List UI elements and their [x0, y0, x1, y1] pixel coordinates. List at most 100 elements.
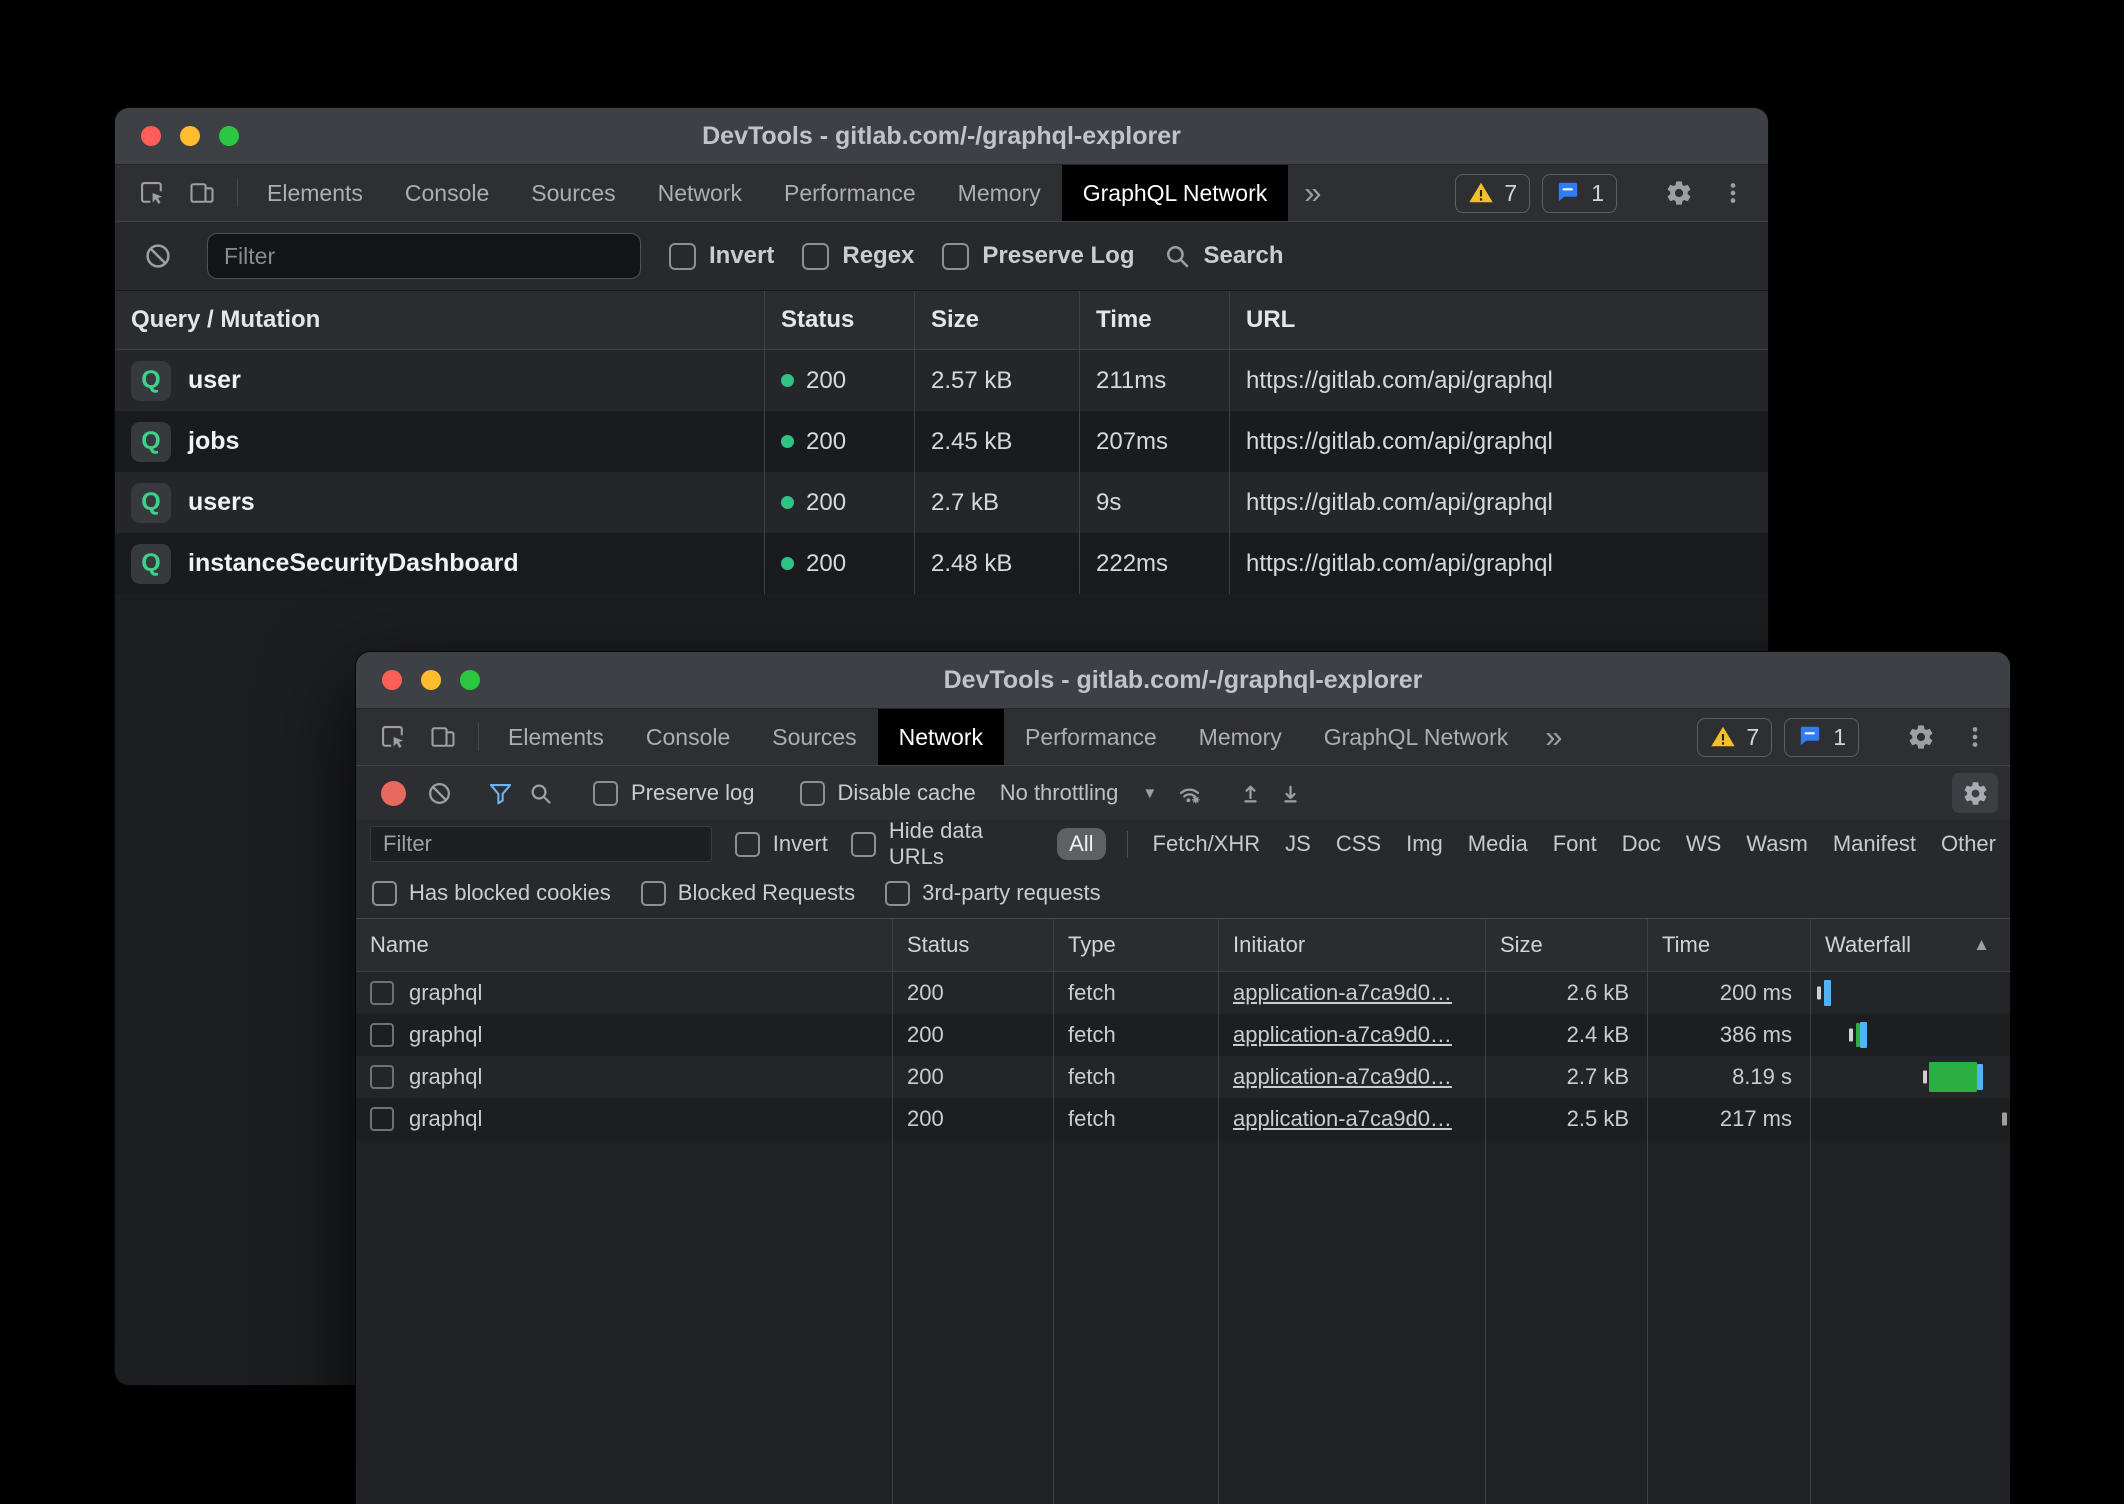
throttling-select[interactable]: No throttling ▼ [1000, 780, 1157, 806]
blocked-requests-checkbox[interactable]: Blocked Requests [641, 880, 855, 906]
request-row-graphql-1[interactable]: graphql200fetchapplication-a7ca9d0…2.6 k… [356, 972, 2010, 1014]
tab-performance[interactable]: Performance [763, 165, 937, 221]
tab-graphql-network[interactable]: GraphQL Network [1303, 709, 1530, 765]
column-header-time[interactable]: Time [1648, 919, 1811, 971]
tab-memory[interactable]: Memory [1178, 709, 1303, 765]
row-checkbox[interactable] [370, 1065, 394, 1089]
type-filter-doc[interactable]: Doc [1622, 831, 1661, 857]
column-header-size[interactable]: Size [915, 291, 1080, 349]
column-header-url[interactable]: URL [1230, 291, 1768, 349]
more-options-kebab-icon[interactable] [1954, 716, 1996, 758]
more-tabs-chevron[interactable]: » [1288, 165, 1337, 221]
request-name: graphql [409, 1106, 482, 1132]
type-filter-manifest[interactable]: Manifest [1833, 831, 1916, 857]
issues-badge[interactable]: 1 [1542, 174, 1617, 213]
search-icon[interactable] [520, 773, 560, 813]
tab-network[interactable]: Network [637, 165, 763, 221]
inspect-element-icon[interactable] [372, 716, 414, 758]
invert-checkbox[interactable]: Invert [669, 242, 774, 270]
column-header-time[interactable]: Time [1080, 291, 1230, 349]
close-button[interactable] [141, 126, 161, 146]
warnings-badge[interactable]: 7 [1455, 174, 1530, 213]
network-conditions-icon[interactable] [1169, 773, 1209, 813]
type-filter-all[interactable]: All [1057, 828, 1105, 860]
type-filter-other[interactable]: Other [1941, 831, 1996, 857]
query-row-user[interactable]: Quser2002.57 kB211mshttps://gitlab.com/a… [115, 350, 1768, 411]
type-filter-css[interactable]: CSS [1336, 831, 1381, 857]
row-checkbox[interactable] [370, 981, 394, 1005]
query-row-jobs[interactable]: Qjobs2002.45 kB207mshttps://gitlab.com/a… [115, 411, 1768, 472]
column-header-type[interactable]: Type [1054, 919, 1219, 971]
column-header-status[interactable]: Status [765, 291, 915, 349]
device-toolbar-icon[interactable] [422, 716, 464, 758]
preserve-log-checkbox[interactable]: Preserve Log [942, 242, 1134, 270]
request-row-graphql-3[interactable]: graphql200fetchapplication-a7ca9d0…2.7 k… [356, 1056, 2010, 1098]
type-filter-fetch-xhr[interactable]: Fetch/XHR [1153, 831, 1261, 857]
record-button[interactable] [381, 781, 406, 806]
request-row-graphql-4[interactable]: graphql200fetchapplication-a7ca9d0…2.5 k… [356, 1098, 2010, 1140]
initiator-link[interactable]: application-a7ca9d0… [1233, 980, 1452, 1006]
regex-checkbox[interactable]: Regex [802, 242, 914, 270]
column-header-status[interactable]: Status [893, 919, 1054, 971]
query-row-instancesecuritydashboard[interactable]: QinstanceSecurityDashboard2002.48 kB222m… [115, 533, 1768, 594]
filter-input[interactable] [370, 826, 712, 862]
tab-network[interactable]: Network [878, 709, 1004, 765]
preserve-log-checkbox[interactable]: Preserve log [593, 780, 755, 806]
tab-elements[interactable]: Elements [246, 165, 384, 221]
minimize-button[interactable] [421, 670, 441, 690]
issues-badge[interactable]: 1 [1784, 718, 1859, 757]
size-cell: 2.57 kB [915, 350, 1080, 411]
network-settings-gear-icon[interactable] [1952, 773, 1998, 813]
type-filter-wasm[interactable]: Wasm [1746, 831, 1808, 857]
disable-cache-checkbox[interactable]: Disable cache [800, 780, 976, 806]
hide-data-urls-checkbox[interactable]: Hide data URLs [851, 818, 1038, 870]
search-button[interactable]: Search [1162, 241, 1283, 271]
filter-input[interactable] [207, 233, 641, 279]
request-row-graphql-2[interactable]: graphql200fetchapplication-a7ca9d0…2.4 k… [356, 1014, 2010, 1056]
query-row-users[interactable]: Qusers2002.7 kB9shttps://gitlab.com/api/… [115, 472, 1768, 533]
initiator-link[interactable]: application-a7ca9d0… [1233, 1022, 1452, 1048]
clear-icon[interactable] [419, 773, 459, 813]
type-filter-media[interactable]: Media [1468, 831, 1528, 857]
tab-sources[interactable]: Sources [510, 165, 636, 221]
initiator-link[interactable]: application-a7ca9d0… [1233, 1106, 1452, 1132]
tab-performance[interactable]: Performance [1004, 709, 1178, 765]
row-checkbox[interactable] [370, 1107, 394, 1131]
initiator-link[interactable]: application-a7ca9d0… [1233, 1064, 1452, 1090]
type-filter-font[interactable]: Font [1553, 831, 1597, 857]
3rd-party-requests-checkbox[interactable]: 3rd-party requests [885, 880, 1101, 906]
tab-graphql-network[interactable]: GraphQL Network [1062, 165, 1289, 221]
tab-console[interactable]: Console [625, 709, 751, 765]
maximize-button[interactable] [460, 670, 480, 690]
has-blocked-cookies-checkbox[interactable]: Has blocked cookies [372, 880, 611, 906]
type-filter-img[interactable]: Img [1406, 831, 1443, 857]
inspect-element-icon[interactable] [131, 172, 173, 214]
type-filter-js[interactable]: JS [1285, 831, 1311, 857]
export-har-icon[interactable] [1270, 773, 1310, 813]
filter-funnel-icon[interactable] [480, 773, 520, 813]
maximize-button[interactable] [219, 126, 239, 146]
tab-elements[interactable]: Elements [487, 709, 625, 765]
more-tabs-chevron[interactable]: » [1529, 709, 1578, 765]
row-checkbox[interactable] [370, 1023, 394, 1047]
more-options-kebab-icon[interactable] [1712, 172, 1754, 214]
invert-checkbox[interactable]: Invert [735, 831, 828, 857]
column-header-query-mutation[interactable]: Query / Mutation [115, 291, 765, 349]
column-header-waterfall[interactable]: Waterfall▲ [1811, 919, 2010, 971]
tab-memory[interactable]: Memory [937, 165, 1062, 221]
minimize-button[interactable] [180, 126, 200, 146]
warnings-badge[interactable]: 7 [1697, 718, 1772, 757]
column-header-initiator[interactable]: Initiator [1219, 919, 1486, 971]
close-button[interactable] [382, 670, 402, 690]
clear-icon[interactable] [137, 235, 179, 277]
tab-console[interactable]: Console [384, 165, 510, 221]
column-header-size[interactable]: Size [1486, 919, 1648, 971]
tab-sources[interactable]: Sources [751, 709, 877, 765]
time-cell: 8.19 s [1648, 1056, 1811, 1098]
device-toolbar-icon[interactable] [181, 172, 223, 214]
type-filter-ws[interactable]: WS [1686, 831, 1721, 857]
column-header-name[interactable]: Name [356, 919, 893, 971]
settings-gear-icon[interactable] [1658, 172, 1700, 214]
settings-gear-icon[interactable] [1900, 716, 1942, 758]
import-har-icon[interactable] [1230, 773, 1270, 813]
